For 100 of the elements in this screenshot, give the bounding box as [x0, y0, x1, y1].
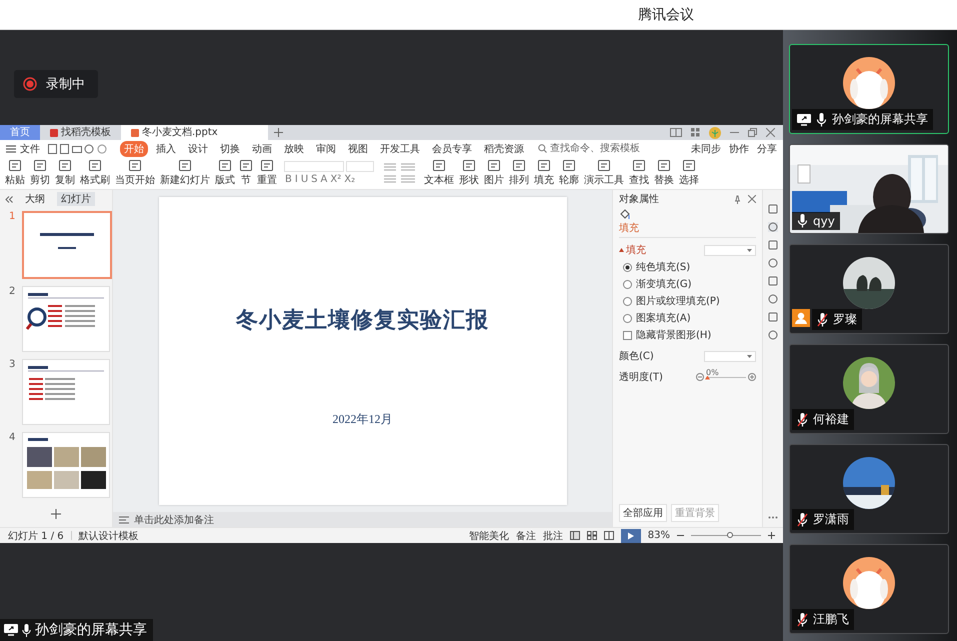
header-action-button[interactable]: 分享: [757, 142, 777, 156]
tool-icon: [488, 160, 500, 170]
format-button[interactable]: X₂: [343, 174, 356, 185]
slider-thumb[interactable]: [705, 376, 710, 380]
participant-tile[interactable]: 孙剑豪的屏幕共享: [789, 44, 949, 134]
ribbon-tool-button[interactable]: 粘贴: [4, 160, 26, 186]
format-button[interactable]: A: [320, 174, 328, 185]
radio-icon[interactable]: [623, 262, 632, 272]
ribbon-tab[interactable]: 插入: [152, 140, 180, 156]
command-search-field[interactable]: 查找命令、搜索模板: [538, 143, 650, 154]
color-dropdown[interactable]: [704, 350, 756, 362]
ribbon-tab[interactable]: 审阅: [312, 140, 340, 156]
pin-icon[interactable]: [733, 194, 742, 204]
checkbox-option[interactable]: 隐藏背景图形(H): [619, 328, 756, 342]
ribbon-tool-button[interactable]: 新建幻灯片: [159, 160, 211, 186]
ribbon-tab[interactable]: 视图: [344, 140, 372, 156]
font-name-field[interactable]: [284, 161, 344, 172]
decrease-icon[interactable]: [696, 373, 704, 381]
panel-tab[interactable]: 大纲: [21, 192, 49, 206]
ribbon-tool-button[interactable]: 重置: [256, 160, 278, 186]
panel-tab[interactable]: 幻灯片: [57, 192, 95, 206]
ribbon-tab[interactable]: 开发工具: [376, 140, 424, 156]
section-heading[interactable]: 填充: [626, 243, 646, 257]
more-icon[interactable]: [768, 516, 778, 519]
participant-tile[interactable]: 罗潇雨: [789, 444, 949, 534]
zoom-slider-thumb[interactable]: [726, 532, 732, 538]
panel-button[interactable]: 全部应用: [619, 504, 667, 522]
ribbon-tab[interactable]: 放映: [280, 140, 308, 156]
normal-view-icon[interactable]: [570, 531, 580, 540]
header-action-button[interactable]: 协作: [729, 142, 749, 156]
layout-icon[interactable]: [670, 128, 682, 137]
format-button[interactable]: X²: [329, 174, 342, 185]
ribbon-tool-button[interactable]: 填充: [533, 160, 555, 186]
menu-icon[interactable]: [6, 144, 16, 152]
ribbon-tool-button[interactable]: 图片: [483, 160, 505, 186]
play-button[interactable]: [620, 528, 641, 542]
new-tab-icon[interactable]: [274, 128, 283, 137]
ribbon-tab[interactable]: 设计: [184, 140, 212, 156]
ribbon-tab[interactable]: 动画: [248, 140, 276, 156]
notes-button[interactable]: 备注: [516, 528, 536, 542]
radio-icon[interactable]: [623, 296, 632, 306]
radio-option[interactable]: 图案填充(A): [619, 311, 756, 325]
ribbon-tool-button[interactable]: 演示工具: [583, 160, 625, 186]
ribbon-tool-button[interactable]: 复制: [54, 160, 76, 186]
format-button[interactable]: S: [310, 174, 319, 185]
add-slide-button[interactable]: [49, 507, 63, 521]
document-tab[interactable]: 冬小麦文档.pptx: [121, 125, 268, 140]
close-icon[interactable]: [766, 128, 775, 137]
radio-icon[interactable]: [623, 280, 632, 288]
collapse-icon[interactable]: [5, 196, 13, 202]
slide-thumbnail[interactable]: [22, 211, 112, 279]
panel-title: 对象属性: [619, 192, 659, 206]
ribbon-tab[interactable]: 稻壳资源: [480, 140, 528, 156]
increase-icon[interactable]: [748, 373, 756, 381]
fill-tab[interactable]: 填充: [619, 209, 756, 238]
ribbon-tool-button[interactable]: 格式刷: [79, 160, 111, 186]
checkbox-icon[interactable]: [623, 330, 632, 340]
grid-view-icon[interactable]: [586, 531, 597, 540]
apps-icon[interactable]: [691, 128, 700, 137]
format-button[interactable]: B: [284, 174, 293, 185]
header-action-button[interactable]: 未同步: [691, 142, 721, 156]
ribbon-tab[interactable]: 切换: [216, 140, 244, 156]
format-button[interactable]: I: [294, 174, 299, 185]
ribbon-tool-button[interactable]: 替换: [653, 160, 675, 186]
collapse-triangle-icon[interactable]: [619, 248, 624, 252]
radio-option[interactable]: 纯色填充(S): [619, 260, 756, 274]
ribbon-tool-button[interactable]: 轮廓: [558, 160, 580, 186]
participant-tile[interactable]: 汪鹏飞: [789, 544, 949, 634]
format-button[interactable]: U: [300, 174, 310, 185]
reading-view-icon[interactable]: [604, 531, 614, 540]
ribbon-tool-button[interactable]: 查找: [628, 160, 650, 186]
ribbon-tool-button[interactable]: 当页开始: [114, 160, 156, 186]
zoom-in-icon[interactable]: [768, 532, 775, 539]
file-menu[interactable]: 文件: [20, 142, 40, 156]
radio-option[interactable]: 图片或纹理填充(P): [619, 294, 756, 308]
ribbon-tool-button[interactable]: 剪切: [29, 160, 51, 186]
participant-tile[interactable]: 何裕建: [789, 344, 949, 434]
participant-tile[interactable]: qyy: [789, 144, 949, 234]
font-size-field[interactable]: [346, 161, 374, 172]
zoom-out-icon[interactable]: [677, 532, 684, 539]
ribbon-tab[interactable]: 会员专享: [428, 140, 476, 156]
beautify-button[interactable]: 智能美化: [468, 528, 509, 542]
ribbon-tool-button[interactable]: 节: [239, 160, 253, 186]
restore-icon[interactable]: [748, 128, 757, 137]
template-name: 默认设计模板: [78, 530, 139, 542]
document-tab[interactable]: 找稻壳模板: [40, 125, 121, 140]
notes-field[interactable]: 单击此处添加备注: [113, 512, 612, 527]
participant-tile[interactable]: 罗璨: [789, 244, 949, 334]
ribbon-tool-button[interactable]: 选择: [678, 160, 700, 186]
radio-icon[interactable]: [623, 314, 632, 322]
close-icon[interactable]: [748, 194, 756, 202]
ribbon-tool-button[interactable]: 形状: [458, 160, 480, 186]
share-label-text: 孙剑豪的屏幕共享: [35, 621, 147, 639]
zoom-level[interactable]: 83%: [648, 530, 670, 541]
comments-button[interactable]: 批注: [542, 528, 563, 542]
ribbon-tool-button[interactable]: 版式: [214, 160, 236, 186]
ribbon-tool-button[interactable]: 排列: [508, 160, 530, 186]
radio-option[interactable]: 渐变填充(G): [619, 277, 756, 291]
search-icon: [538, 144, 547, 153]
ribbon-tool-button[interactable]: 文本框: [423, 160, 455, 186]
